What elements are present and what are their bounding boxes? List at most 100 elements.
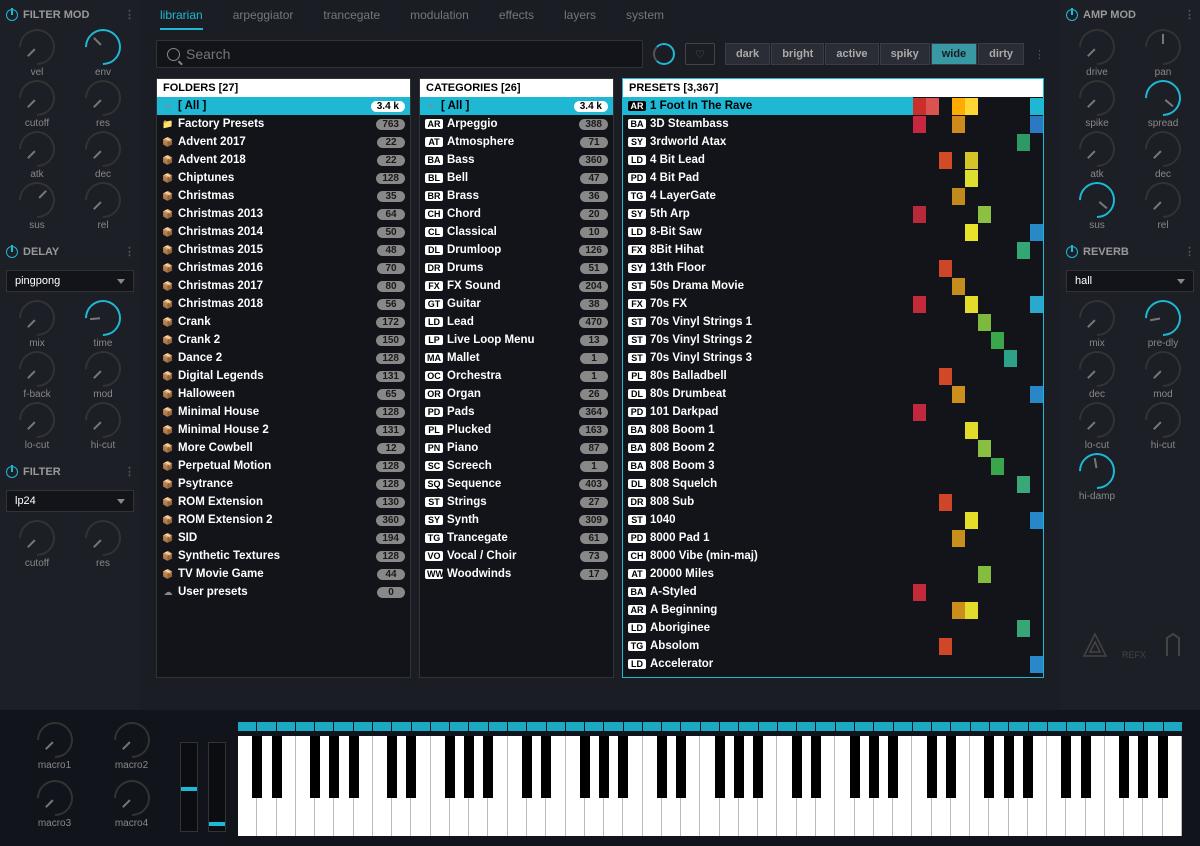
white-key[interactable] xyxy=(623,736,642,836)
folder-row[interactable]: 📦 SID194 xyxy=(157,529,410,547)
preset-row[interactable]: BA 808 Boom 3 xyxy=(623,457,1043,475)
tag-spiky[interactable]: spiky xyxy=(880,43,930,65)
category-row[interactable]: MA Mallet1 xyxy=(420,349,613,367)
piano-keyboard[interactable] xyxy=(238,736,1182,834)
folder-row[interactable]: 📦 Christmas 201548 xyxy=(157,241,410,259)
preset-row[interactable]: FX 70s FX xyxy=(623,295,1043,313)
preset-row[interactable]: CH 8000 Vibe (min-maj) xyxy=(623,547,1043,565)
white-key[interactable] xyxy=(585,736,604,836)
menu-icon[interactable]: ⋮ xyxy=(1184,8,1194,21)
white-key[interactable] xyxy=(1086,736,1105,836)
tab-modulation[interactable]: modulation xyxy=(410,8,469,30)
white-key[interactable] xyxy=(238,736,257,836)
preset-row[interactable]: BA 3D Steambass xyxy=(623,115,1043,133)
white-key[interactable] xyxy=(296,736,315,836)
category-row[interactable]: GT Guitar38 xyxy=(420,295,613,313)
folder-row[interactable]: 📦 Minimal House 2131 xyxy=(157,421,410,439)
preset-row[interactable]: DR 808 Sub xyxy=(623,493,1043,511)
preset-row[interactable]: DL 808 Squelch xyxy=(623,475,1043,493)
category-row[interactable]: AT Atmosphere71 xyxy=(420,133,613,151)
preset-row[interactable]: LD 8-Bit Saw xyxy=(623,223,1043,241)
knob-time[interactable]: time xyxy=(72,300,134,349)
preset-row[interactable]: ST 70s Vinyl Strings 2 xyxy=(623,331,1043,349)
white-key[interactable] xyxy=(411,736,430,836)
folder-row[interactable]: 📦 More Cowbell12 xyxy=(157,439,410,457)
white-key[interactable] xyxy=(874,736,893,836)
preset-row[interactable]: ST 1040 xyxy=(623,511,1043,529)
white-key[interactable] xyxy=(932,736,951,836)
white-key[interactable] xyxy=(604,736,623,836)
category-row[interactable]: FX FX Sound204 xyxy=(420,277,613,295)
power-icon[interactable] xyxy=(6,9,18,21)
tab-effects[interactable]: effects xyxy=(499,8,534,30)
white-key[interactable] xyxy=(1163,736,1182,836)
folder-row[interactable]: 📦 ROM Extension 2360 xyxy=(157,511,410,529)
white-key[interactable] xyxy=(816,736,835,836)
delay-mode-select[interactable]: pingpong xyxy=(6,270,134,292)
category-row[interactable]: TG Trancegate61 xyxy=(420,529,613,547)
knob-sus[interactable]: sus xyxy=(1066,182,1128,231)
knob-dec[interactable]: dec xyxy=(1066,351,1128,400)
folder-row[interactable]: 📦 Advent 201722 xyxy=(157,133,410,151)
knob-env[interactable]: env xyxy=(72,29,134,78)
folder-row[interactable]: 📁 Factory Presets763 xyxy=(157,115,410,133)
white-key[interactable] xyxy=(855,736,874,836)
preset-row[interactable]: PD 101 Darkpad xyxy=(623,403,1043,421)
white-key[interactable] xyxy=(893,736,912,836)
folder-row[interactable]: ☁ User presets0 xyxy=(157,583,410,601)
preset-row[interactable]: ST 70s Vinyl Strings 3 xyxy=(623,349,1043,367)
category-row[interactable]: PL Plucked163 xyxy=(420,421,613,439)
category-row[interactable]: SC Screech1 xyxy=(420,457,613,475)
preset-row[interactable]: PL 80s Balladbell xyxy=(623,367,1043,385)
white-key[interactable] xyxy=(431,736,450,836)
folder-row[interactable]: ≡ [ All ]3.4 k xyxy=(157,97,410,115)
category-row[interactable]: OR Organ26 xyxy=(420,385,613,403)
preset-row[interactable]: LD Aboriginee xyxy=(623,619,1043,637)
tab-layers[interactable]: layers xyxy=(564,8,596,30)
category-row[interactable]: ST Strings27 xyxy=(420,493,613,511)
knob-atk[interactable]: atk xyxy=(1066,131,1128,180)
preset-row[interactable]: AR 1 Foot In The Rave xyxy=(623,97,1043,115)
power-icon[interactable] xyxy=(6,466,18,478)
folder-row[interactable]: 📦 Advent 201822 xyxy=(157,151,410,169)
knob-hi-cut[interactable]: hi-cut xyxy=(72,402,134,451)
knob-macro1[interactable]: macro1 xyxy=(18,722,91,776)
folder-row[interactable]: 📦 Crank 2150 xyxy=(157,331,410,349)
white-key[interactable] xyxy=(546,736,565,836)
search-input[interactable] xyxy=(186,46,632,62)
knob-cutoff[interactable]: cutoff xyxy=(6,80,68,129)
white-key[interactable] xyxy=(1124,736,1143,836)
preset-row[interactable]: AT 20000 Miles xyxy=(623,565,1043,583)
preset-row[interactable]: DL 80s Drumbeat xyxy=(623,385,1043,403)
white-key[interactable] xyxy=(797,736,816,836)
folder-row[interactable]: 📦 Christmas 201450 xyxy=(157,223,410,241)
white-key[interactable] xyxy=(777,736,796,836)
white-key[interactable] xyxy=(1066,736,1085,836)
preset-row[interactable]: ST 50s Drama Movie xyxy=(623,277,1043,295)
category-row[interactable]: CH Chord20 xyxy=(420,205,613,223)
white-key[interactable] xyxy=(354,736,373,836)
knob-lo-cut[interactable]: lo-cut xyxy=(6,402,68,451)
knob-dec[interactable]: dec xyxy=(1132,131,1194,180)
folder-row[interactable]: 📦 Christmas 201670 xyxy=(157,259,410,277)
preset-row[interactable]: LD Accelerator xyxy=(623,655,1043,673)
folder-row[interactable]: 📦 TV Movie Game44 xyxy=(157,565,410,583)
category-row[interactable]: CL Classical10 xyxy=(420,223,613,241)
menu-icon[interactable]: ⋮ xyxy=(124,245,134,258)
preset-row[interactable]: BA A-Styled xyxy=(623,583,1043,601)
preset-row[interactable]: ST 70s Vinyl Strings 1 xyxy=(623,313,1043,331)
white-key[interactable] xyxy=(469,736,488,836)
white-key[interactable] xyxy=(488,736,507,836)
category-row[interactable]: DR Drums51 xyxy=(420,259,613,277)
white-key[interactable] xyxy=(334,736,353,836)
favorite-button[interactable]: ♡ xyxy=(685,43,715,65)
preset-row[interactable]: BA 808 Boom 2 xyxy=(623,439,1043,457)
knob-vel[interactable]: vel xyxy=(6,29,68,78)
preset-row[interactable]: PD 8000 Pad 1 xyxy=(623,529,1043,547)
category-row[interactable]: SQ Sequence403 xyxy=(420,475,613,493)
white-key[interactable] xyxy=(1028,736,1047,836)
tab-arpeggiator[interactable]: arpeggiator xyxy=(233,8,294,30)
knob-spread[interactable]: spread xyxy=(1132,80,1194,129)
folder-row[interactable]: 📦 ROM Extension130 xyxy=(157,493,410,511)
folder-row[interactable]: 📦 Crank172 xyxy=(157,313,410,331)
